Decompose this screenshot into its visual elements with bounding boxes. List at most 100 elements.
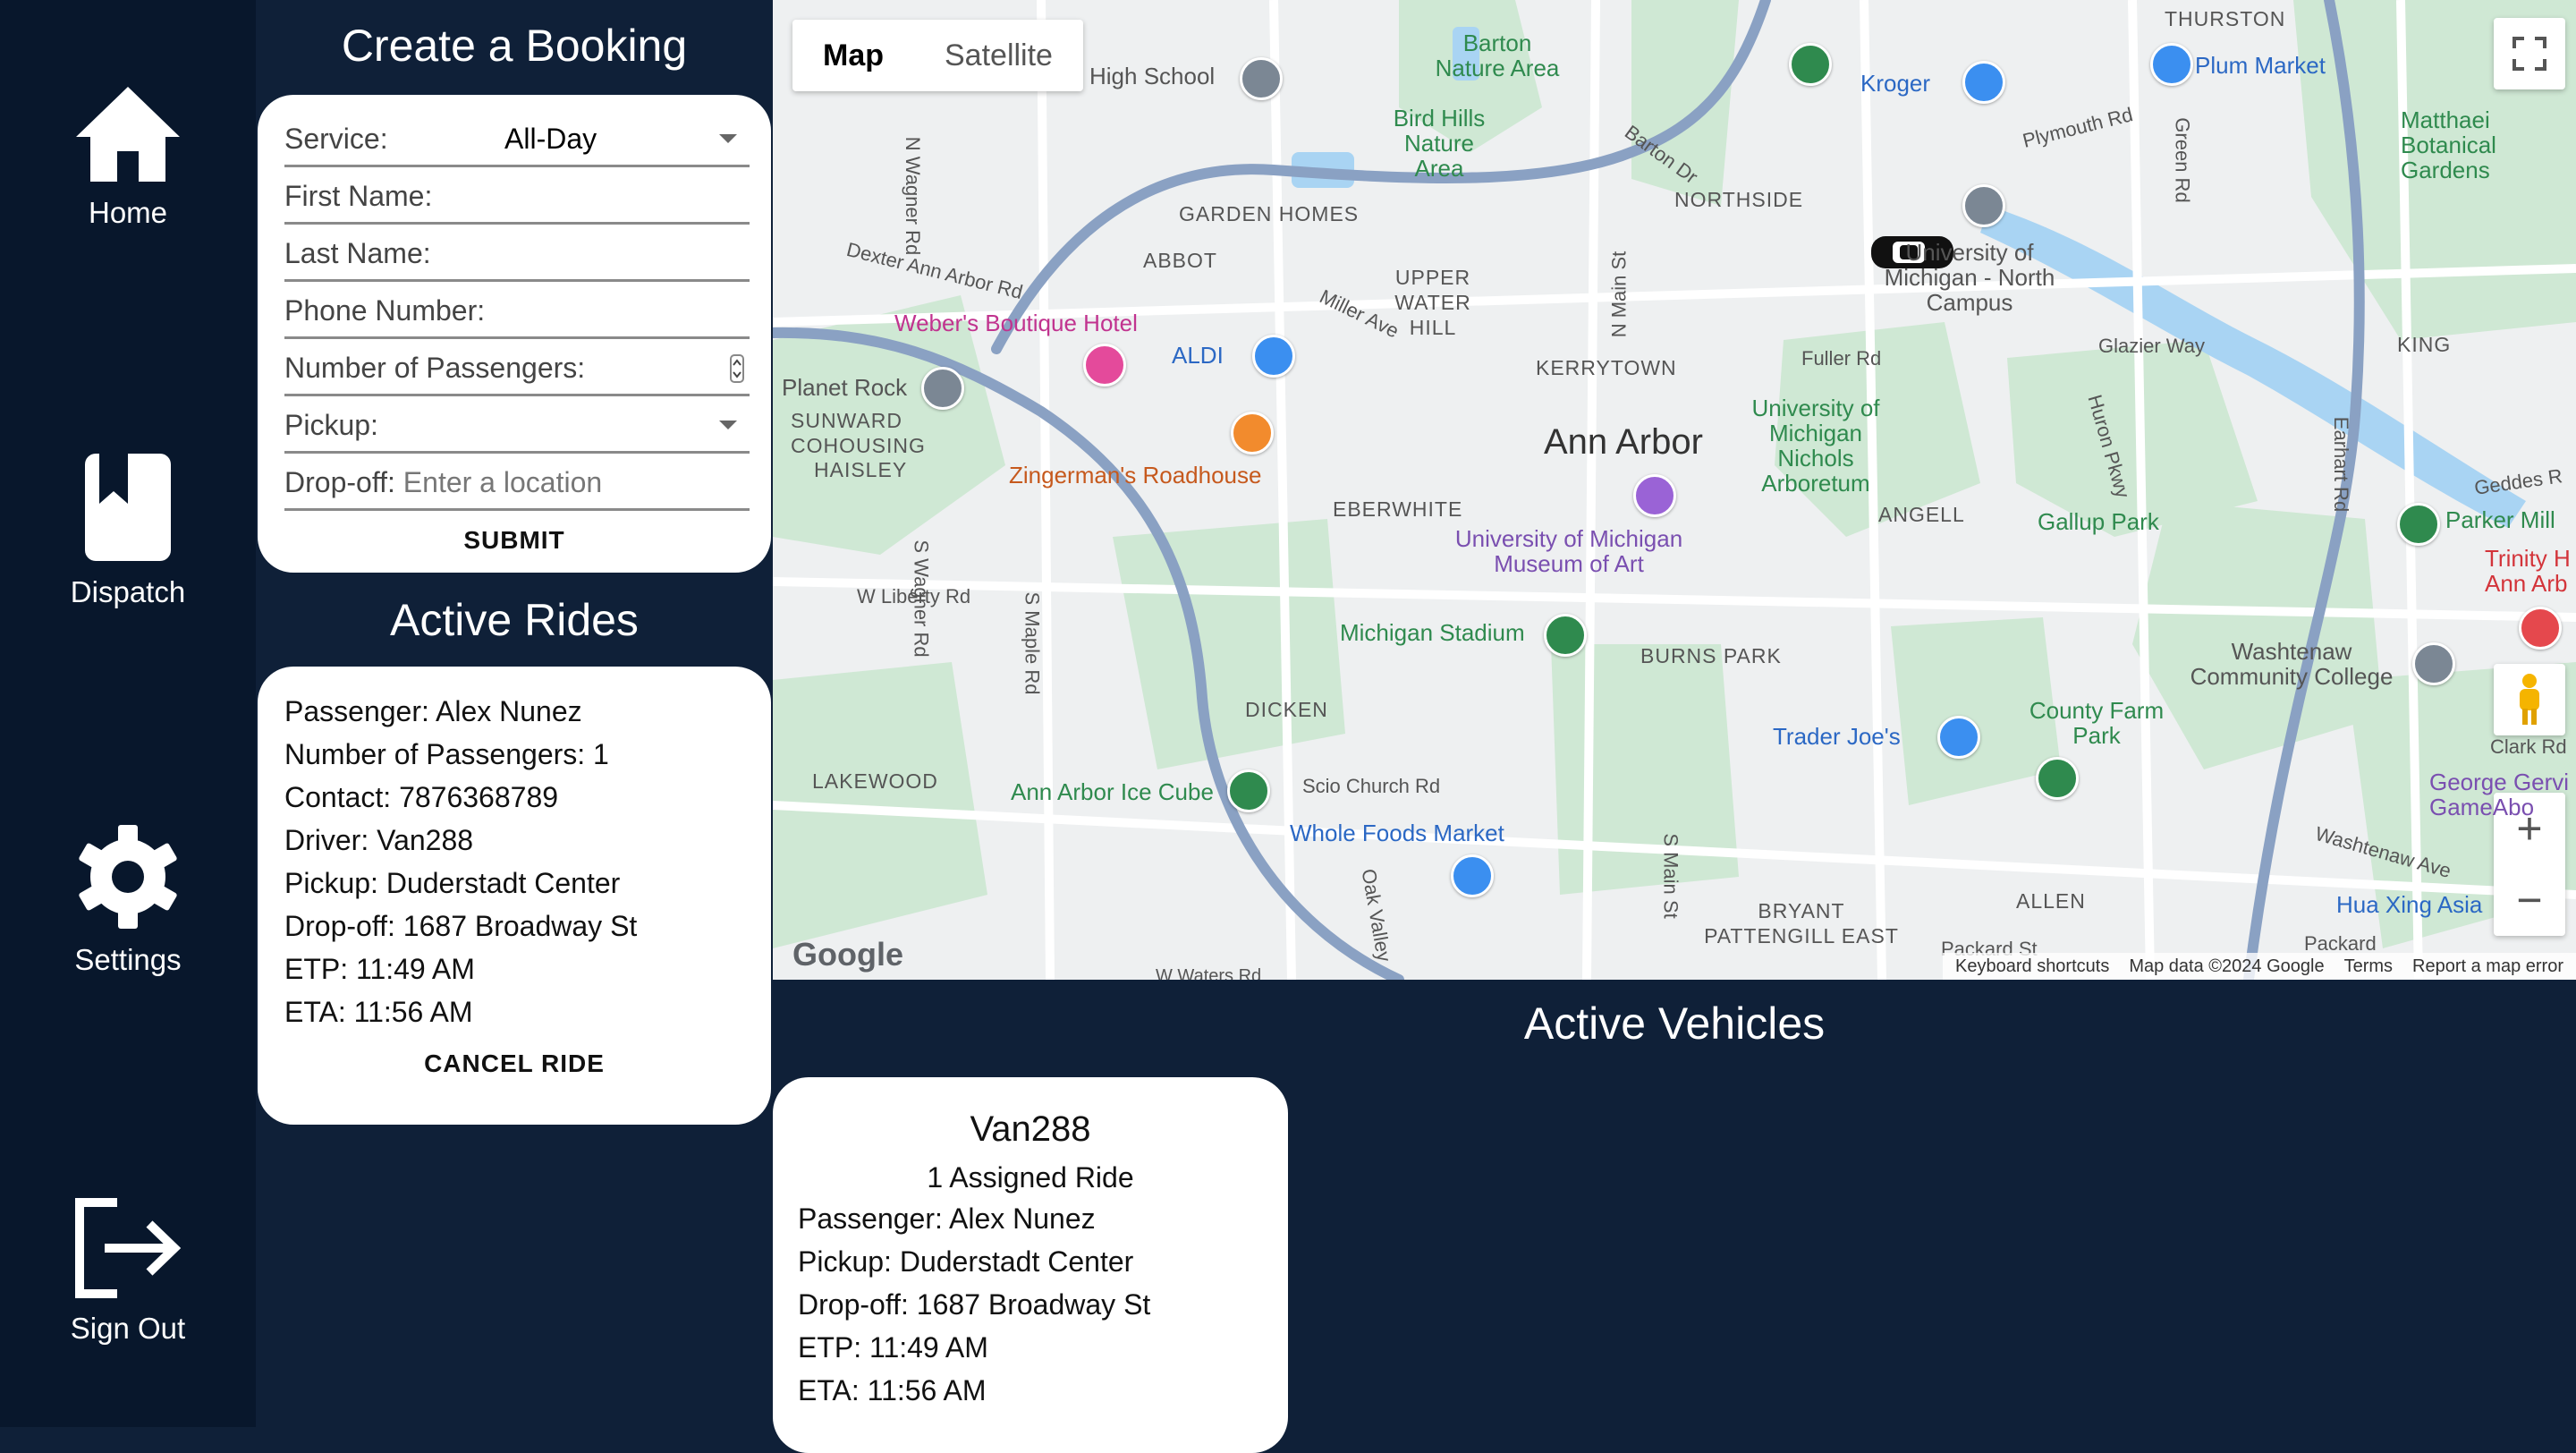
shopping-cart-pin-icon[interactable] [1252, 335, 1295, 378]
vehicle-details: Passenger: Alex Nunez Pickup: Duderstadt… [798, 1197, 1150, 1412]
park-pin-icon[interactable] [2036, 757, 2079, 800]
map-label-washtenaw: Washtenaw Community College [2190, 638, 2394, 690]
map-label-allen: ALLEN [2016, 889, 2086, 913]
map-label-trinity: Trinity H Ann Arb [2485, 545, 2571, 597]
dropoff-label: Drop-off: [284, 466, 395, 498]
submit-button[interactable]: SUBMIT [258, 526, 771, 555]
map-label-angell: ANGELL [1878, 503, 1965, 526]
first-name-label: First Name: [284, 180, 433, 212]
ride-etp: ETP: 11:49 AM [284, 953, 475, 985]
stepper-icon[interactable] [730, 354, 744, 383]
stadium-pin-icon[interactable] [1544, 614, 1587, 657]
report-error-link[interactable]: Report a map error [2412, 956, 2563, 977]
shopping-cart-pin-icon[interactable] [1962, 61, 2005, 104]
map-label-sunward: SUNWARD COHOUSING [791, 409, 926, 457]
map-label-bryant: BRYANT PATTENGILL EAST [1704, 899, 1899, 947]
home-icon [76, 87, 180, 182]
service-select[interactable]: Service: All-Day [284, 111, 750, 167]
left-panel: Create a Booking Service: All-Day First … [256, 0, 773, 1427]
service-label: Service: [284, 123, 388, 155]
map-label-abbot: ABBOT [1143, 249, 1217, 272]
terms-link[interactable]: Terms [2344, 956, 2393, 977]
street-view-pegman[interactable] [2494, 664, 2565, 735]
map-label-um-museum: University of Michigan Museum of Art [1454, 525, 1683, 577]
last-name-field[interactable]: Last Name: [284, 225, 750, 282]
map-label-high-school: High School [1089, 63, 1216, 89]
phone-field[interactable]: Phone Number: [284, 283, 750, 339]
dropoff-label-wrap: Drop-off: Enter a location [284, 466, 602, 499]
park-pin-icon[interactable] [2397, 503, 2440, 546]
last-name-label: Last Name: [284, 237, 431, 269]
hospital-pin-icon[interactable] [2519, 607, 2562, 650]
map-type-control: Map Satellite [792, 20, 1083, 91]
museum-pin-icon[interactable] [1633, 474, 1676, 517]
active-rides-title: Active Rides [390, 595, 639, 645]
passengers-label: Number of Passengers: [284, 352, 586, 384]
map-view[interactable]: Map Satellite + − Ann Arbor KERRYTOWN NO… [773, 0, 2576, 980]
map-label-gallup: Gallup Park [2038, 508, 2159, 535]
chevron-down-icon [719, 134, 737, 143]
map-label-eberwhite: EBERWHITE [1333, 497, 1463, 521]
keyboard-shortcuts-link[interactable]: Keyboard shortcuts [1955, 956, 2109, 977]
tab-satellite[interactable]: Satellite [914, 20, 1083, 91]
fullscreen-button[interactable] [2494, 18, 2565, 89]
side-nav: Home Dispatch Settings Sign Out [0, 0, 256, 1427]
golf-pin-icon[interactable] [1789, 43, 1832, 86]
zoom-out-button[interactable]: − [2516, 864, 2542, 936]
school-pin-icon[interactable] [2412, 642, 2455, 685]
school-pin-icon[interactable] [1240, 57, 1283, 100]
map-label-trader-joes: Trader Joe's [1773, 723, 1901, 750]
map-label-county-farm: County Farm Park [2029, 697, 2165, 749]
map-label-glazier: Glazier Way [2098, 335, 2205, 357]
vehicle-pickup: Pickup: Duderstadt Center [798, 1245, 1134, 1278]
vehicle-assigned: 1 Assigned Ride [927, 1161, 1134, 1194]
dropoff-field[interactable]: Drop-off: Enter a location [284, 455, 750, 511]
shopping-cart-pin-icon[interactable] [1937, 716, 1980, 759]
ride-pickup: Pickup: Duderstadt Center [284, 867, 621, 899]
place-pin-icon[interactable] [921, 367, 964, 410]
ride-driver: Driver: Van288 [284, 824, 474, 856]
nav-sign-out-label: Sign Out [70, 1312, 186, 1345]
ride-count: Number of Passengers: 1 [284, 738, 609, 770]
map-label-zingermans: Zingerman's Roadhouse [1009, 462, 1262, 489]
map-label-n-wagner: N Wagner Rd [902, 136, 925, 256]
nav-settings[interactable]: Settings [0, 823, 256, 977]
school-pin-icon[interactable] [1962, 184, 2005, 227]
pickup-select[interactable]: Pickup: [284, 397, 750, 454]
vehicle-eta: ETA: 11:56 AM [798, 1374, 987, 1406]
map-label-s-wagner: S Wagner Rd [910, 540, 933, 658]
vehicle-dropoff: Drop-off: 1687 Broadway St [798, 1288, 1151, 1321]
map-label-george-gervin: George Gervi GameAbo [2429, 769, 2570, 820]
pegman-icon [2520, 674, 2539, 725]
ride-card: Passenger: Alex Nunez Number of Passenge… [258, 667, 771, 1125]
booking-form: Service: All-Day First Name: Last Name: … [258, 95, 771, 573]
map-label-ice-cube: Ann Arbor Ice Cube [1011, 778, 1214, 805]
vehicle-card[interactable]: Van288 1 Assigned Ride Passenger: Alex N… [773, 1077, 1288, 1453]
place-pin-icon[interactable] [1227, 769, 1270, 812]
shopping-cart-pin-icon[interactable] [1451, 854, 1494, 897]
nav-sign-out[interactable]: Sign Out [0, 1197, 256, 1346]
map-label-ann-arbor: Ann Arbor [1544, 422, 1703, 462]
nav-dispatch[interactable]: Dispatch [0, 452, 256, 609]
map-label-plum-market: Plum Market [2195, 52, 2326, 79]
restaurant-pin-icon[interactable] [1231, 412, 1274, 455]
tab-map[interactable]: Map [792, 20, 914, 91]
nav-home[interactable]: Home [0, 85, 256, 230]
gear-icon [79, 825, 177, 929]
map-label-garden-homes: GARDEN HOMES [1179, 202, 1360, 225]
shopping-cart-pin-icon[interactable] [2150, 43, 2193, 86]
first-name-field[interactable]: First Name: [284, 168, 750, 225]
map-label-barton: Barton Nature Area [1435, 30, 1560, 81]
dropoff-placeholder: Enter a location [402, 466, 603, 498]
nav-home-label: Home [88, 196, 168, 229]
cancel-ride-button[interactable]: CANCEL RIDE [258, 1049, 771, 1078]
map-label-kerrytown: KERRYTOWN [1536, 356, 1677, 379]
map-label-matthaei: Matthaei Botanical Gardens [2401, 106, 2496, 183]
map-label-green-rd: Green Rd [2171, 117, 2194, 203]
vehicle-passenger: Passenger: Alex Nunez [798, 1202, 1096, 1235]
passengers-stepper[interactable]: Number of Passengers: [284, 340, 750, 396]
hotel-pin-icon[interactable] [1083, 344, 1126, 387]
vehicle-name: Van288 [970, 1109, 1091, 1149]
ride-dropoff: Drop-off: 1687 Broadway St [284, 910, 638, 942]
booking-title: Create a Booking [341, 21, 688, 71]
